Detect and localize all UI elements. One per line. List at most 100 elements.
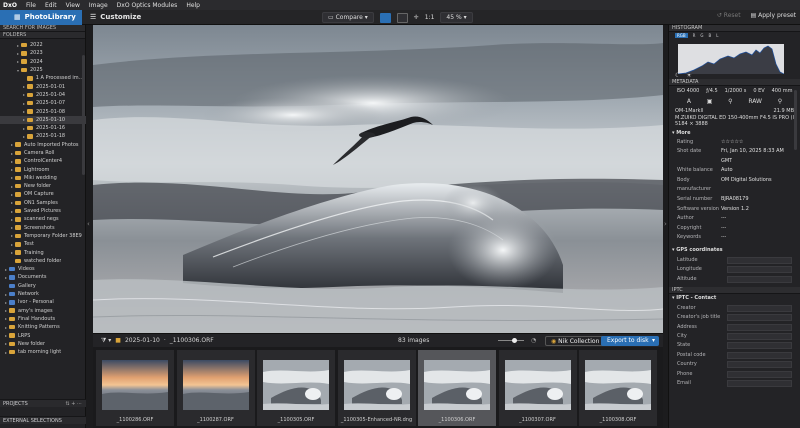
folder-item[interactable]: ▸ Auto Imported Photos [0, 141, 86, 149]
tab-customize[interactable]: ☰ Customize [90, 13, 141, 21]
folder-item[interactable]: ▸ OM Capture [0, 190, 86, 198]
folder-item[interactable]: ▸ Miki wedding [0, 174, 86, 182]
folder-item[interactable]: ▸ Camera Roll [0, 149, 86, 157]
image-viewer[interactable] [93, 25, 663, 333]
thumbnail[interactable]: _1100306.ORF [418, 350, 496, 426]
iptc-input[interactable] [727, 333, 792, 341]
reset-button[interactable]: ↺ Reset [717, 12, 741, 19]
folder-item[interactable]: ▸ scanned negs [0, 215, 86, 223]
folder-item[interactable]: ▸ Videos [0, 265, 86, 273]
folder-item[interactable]: watched folder [0, 257, 86, 265]
folder-item[interactable]: ▸ Documents [0, 273, 86, 281]
menu-edit[interactable]: Edit [45, 2, 57, 9]
menu-view[interactable]: View [66, 2, 80, 9]
metadata-value[interactable]: Fri, Jan 10, 2025 8:33 AM [721, 147, 784, 157]
slider-knob[interactable] [512, 338, 517, 343]
folder-item[interactable]: 1 A Processed image [0, 74, 86, 82]
folder-item[interactable]: ▸ Network [0, 290, 86, 298]
folder-item[interactable]: ▸ 2025-01-16 [0, 124, 86, 132]
channel-g[interactable]: G [700, 33, 703, 38]
gps-input[interactable] [727, 275, 792, 283]
iptc-input[interactable] [727, 361, 792, 369]
iptc-contact-section[interactable]: ▾ IPTC - Contact [669, 294, 800, 303]
thumbnail-size-slider[interactable] [498, 338, 524, 343]
nik-collection-button[interactable]: ◉ Nik Collection [545, 336, 606, 346]
apply-preset-button[interactable]: ▤ Apply preset [751, 12, 796, 19]
thumbnail[interactable]: _1100308.ORF [579, 350, 657, 426]
metadata-value[interactable]: ☆☆☆☆☆ [721, 138, 743, 148]
folder-scrollbar[interactable] [82, 55, 85, 175]
folder-item[interactable]: ▸ 2025-01-01 [0, 82, 86, 90]
split-view-button[interactable] [396, 12, 408, 23]
iptc-input[interactable] [727, 314, 792, 322]
menu-image[interactable]: Image [89, 2, 108, 9]
folder-item[interactable]: ▸ New folder [0, 340, 86, 348]
folder-item[interactable]: ▸ 2025-01-10 [0, 115, 86, 124]
iptc-input[interactable] [727, 304, 792, 312]
folder-item[interactable]: ▸ Knitting Patterns [0, 323, 86, 331]
iptc-header[interactable]: IPTC [669, 287, 800, 295]
thumbnail[interactable]: _1100286.ORF [96, 350, 174, 426]
compare-button[interactable]: ▭ Compare ▾ [322, 12, 374, 23]
menu-help[interactable]: Help [186, 2, 200, 9]
thumbnail[interactable]: _1100287.ORF [176, 350, 255, 426]
folder-item[interactable]: ▸ 2022 [0, 41, 86, 49]
gps-input[interactable] [727, 256, 792, 264]
folder-item[interactable]: ▸ Temporary Folder 38E9 [0, 232, 86, 240]
iptc-input[interactable] [727, 370, 792, 378]
folder-item[interactable]: ▸ 2025-01-07 [0, 99, 86, 107]
folder-item[interactable]: ▸ Lightroom [0, 165, 86, 173]
channel-b[interactable]: B [709, 33, 712, 38]
single-view-button[interactable] [379, 12, 391, 23]
folder-item[interactable]: ▸ Training [0, 248, 86, 256]
info-icon[interactable]: ◔ [531, 337, 536, 344]
folder-item[interactable]: ▸ Screenshots [0, 224, 86, 232]
thumbnail[interactable]: _1100305-Enhanced-NR.dng [337, 350, 416, 426]
projects-header[interactable]: PROJECTS ⇅ + ⋯ [0, 399, 86, 407]
menu-optics[interactable]: DxO Optics Modules [117, 2, 178, 9]
channel-l[interactable]: L [716, 33, 718, 38]
thumbnail[interactable]: _1100307.ORF [498, 350, 577, 426]
gps-section[interactable]: ▾ GPS coordinates [669, 246, 800, 255]
folder-item[interactable]: Gallery [0, 282, 86, 290]
projects-actions-icon[interactable]: ⇅ + ⋯ [65, 400, 82, 408]
folder-item[interactable]: ▸ ON1 Samples [0, 199, 86, 207]
iptc-input[interactable] [727, 351, 792, 359]
collapse-left-icon[interactable]: ‹ [87, 220, 90, 228]
filter-icon[interactable]: ⧩ ▾ [101, 337, 111, 345]
folder-item[interactable]: ▸ Ivor - Personal [0, 298, 86, 306]
channel-rgb[interactable]: RGB [675, 33, 688, 38]
thumbnail[interactable]: _1100305.ORF [257, 350, 335, 426]
iptc-input[interactable] [727, 342, 792, 350]
search-header[interactable]: SEARCH FOR IMAGES [0, 25, 85, 32]
external-selections-header[interactable]: EXTERNAL SELECTIONS [0, 416, 86, 424]
more-section[interactable]: ▾ More [669, 129, 800, 138]
collapse-right-icon[interactable]: › [664, 220, 667, 228]
folder-item[interactable]: ▸ 2025-01-18 [0, 132, 86, 140]
histogram-header[interactable]: HISTOGRAM [669, 25, 800, 32]
gps-input[interactable] [727, 266, 792, 274]
iptc-input[interactable] [727, 380, 792, 388]
export-dropdown-icon[interactable]: ▾ [652, 336, 655, 346]
folder-item[interactable]: ▸ 2024 [0, 58, 86, 66]
folder-item[interactable]: ▸ Final Handouts [0, 315, 86, 323]
folder-item[interactable]: ▸ 2023 [0, 49, 86, 57]
folder-item[interactable]: ▸ tab morning light [0, 348, 86, 356]
channel-r[interactable]: R [693, 33, 696, 38]
folder-item[interactable]: ▸ ControlCenter4 [0, 157, 86, 165]
fit-icon[interactable]: ✛ [414, 14, 419, 21]
folder-item[interactable]: ▸ amy's images [0, 307, 86, 315]
iptc-input[interactable] [727, 323, 792, 331]
export-button[interactable]: Export to disk ▾ [601, 336, 659, 346]
folder-item[interactable]: ▸ 2025-01-08 [0, 107, 86, 115]
tab-photolibrary[interactable]: ▦ PhotoLibrary [0, 9, 82, 25]
folder-item[interactable]: ▾ 2025 [0, 66, 86, 74]
info-scrollbar[interactable] [794, 90, 797, 150]
zoom-1to1-button[interactable]: 1:1 [425, 14, 435, 21]
folders-header[interactable]: FOLDERS [0, 32, 85, 39]
folder-item[interactable]: ▸ 2025-01-04 [0, 91, 86, 99]
folder-item[interactable]: ▸ Test [0, 240, 86, 248]
folder-item[interactable]: ▸ New folder [0, 182, 86, 190]
folder-item[interactable]: ▸ LRPS [0, 331, 86, 339]
zoom-level-select[interactable]: 45 % ▾ [440, 12, 473, 23]
